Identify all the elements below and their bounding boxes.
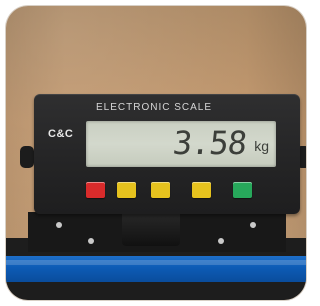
indicator-button-5[interactable] xyxy=(233,182,252,198)
lcd-display: 3.58 kg xyxy=(86,121,276,167)
photo-frame: C&C ELECTRONIC SCALE 3.58 kg xyxy=(6,6,306,300)
indicator-button-2[interactable] xyxy=(117,182,136,198)
bracket-hole xyxy=(88,238,94,244)
rail-highlight xyxy=(6,260,306,265)
bracket-hole xyxy=(56,222,62,228)
weight-reading: 3.58 xyxy=(170,124,248,162)
weight-unit: kg xyxy=(254,138,269,154)
bracket-hole xyxy=(250,222,256,228)
brand-logo: C&C xyxy=(48,128,74,140)
bracket-hole xyxy=(218,238,224,244)
indicator-button-4[interactable] xyxy=(192,182,211,198)
indicator-button-1[interactable] xyxy=(86,182,105,198)
indicator-title: ELECTRONIC SCALE xyxy=(96,102,213,113)
mount-knob-left xyxy=(20,146,34,168)
indicator-stem xyxy=(122,210,180,246)
indicator-button-3[interactable] xyxy=(151,182,170,198)
